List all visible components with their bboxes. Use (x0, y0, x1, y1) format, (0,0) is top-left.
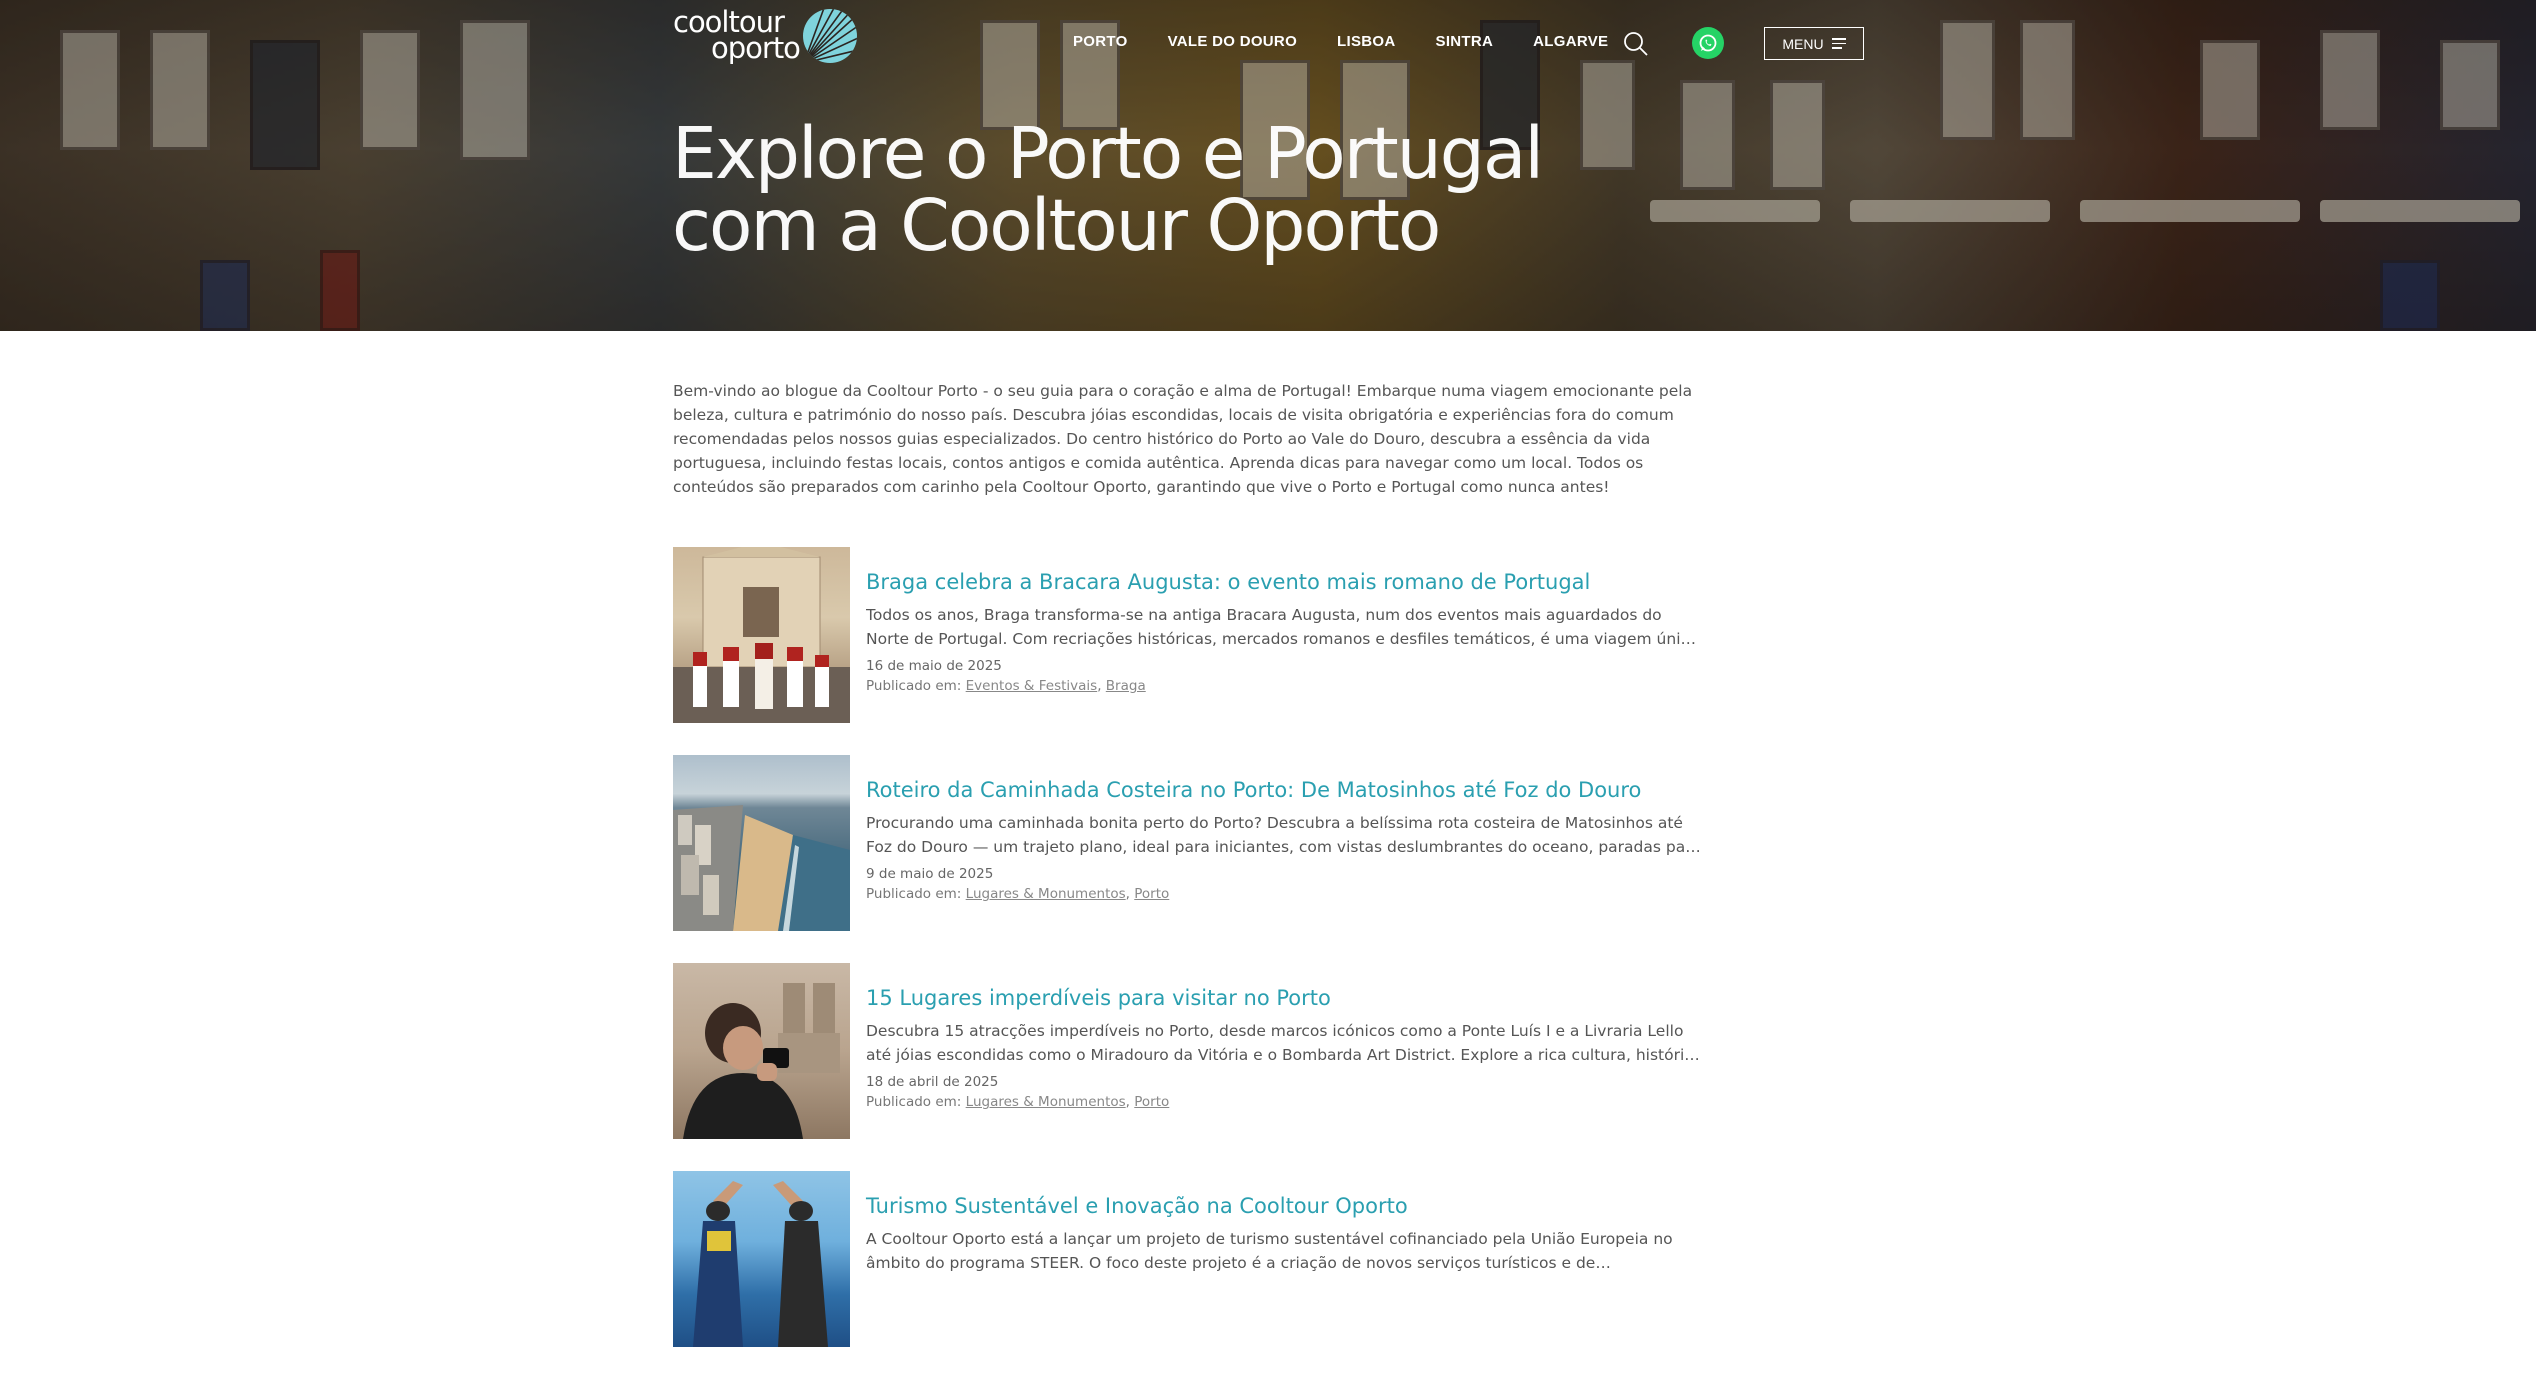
post-item: Roteiro da Caminhada Costeira no Porto: … (673, 755, 1703, 931)
nav-item-sintra[interactable]: SINTRA (1436, 33, 1494, 50)
search-button[interactable] (1622, 30, 1650, 58)
post-body: Turismo Sustentável e Inovação na Coolto… (850, 1171, 1703, 1347)
logo[interactable]: cooltour oporto (673, 8, 858, 64)
nav-item-porto[interactable]: PORTO (1073, 33, 1128, 50)
post-date: 18 de abril de 2025 (866, 1074, 999, 1090)
category-link[interactable]: Eventos & Festivais (966, 678, 1098, 694)
category-link[interactable]: Porto (1134, 886, 1169, 902)
post-body: Roteiro da Caminhada Costeira no Porto: … (850, 755, 1703, 931)
post-thumbnail[interactable] (673, 755, 850, 931)
search-icon (1624, 32, 1648, 56)
post-body: 15 Lugares imperdíveis para visitar no P… (850, 963, 1703, 1139)
page-title: Explore o Porto e Portugal com a Cooltou… (672, 118, 1572, 262)
post-body: Braga celebra a Bracara Augusta: o event… (850, 547, 1703, 723)
nav-item-algarve[interactable]: ALGARVE (1533, 33, 1608, 50)
menu-button[interactable]: MENU (1764, 27, 1864, 60)
main-nav: PORTO VALE DO DOURO LISBOA SINTRA ALGARV… (1073, 33, 1648, 50)
post-excerpt: Todos os anos, Braga transforma-se na an… (866, 606, 1699, 648)
post-title-link[interactable]: 15 Lugares imperdíveis para visitar no P… (866, 985, 1703, 1011)
category-link[interactable]: Lugares & Monumentos (966, 1094, 1126, 1110)
nav-item-lisboa[interactable]: LISBOA (1337, 33, 1395, 50)
post-excerpt: A Cooltour Oporto está a lançar um proje… (866, 1230, 1673, 1272)
intro-paragraph: Bem-vindo ao blogue da Cooltour Porto - … (673, 382, 1693, 496)
nav-item-vale-do-douro[interactable]: VALE DO DOURO (1168, 33, 1297, 50)
post-list: Braga celebra a Bracara Augusta: o event… (673, 547, 1703, 1379)
published-label: Publicado em: (866, 678, 962, 694)
published-label: Publicado em: (866, 1094, 962, 1110)
post-categories: Publicado em: Lugares & Monumentos, Port… (866, 1094, 1170, 1110)
post-categories: Publicado em: Eventos & Festivais, Braga (866, 678, 1146, 694)
post-thumbnail[interactable] (673, 1171, 850, 1347)
post-excerpt: Descubra 15 atracções imperdíveis no Por… (866, 1022, 1694, 1064)
shell-logo-icon (802, 9, 857, 63)
post-date: 9 de maio de 2025 (866, 866, 994, 882)
post-thumbnail[interactable] (673, 547, 850, 723)
category-link[interactable]: Braga (1106, 678, 1146, 694)
page-title-line1: Explore o Porto e Portugal (672, 112, 1544, 195)
hero-banner: cooltour oporto PORTO VALE DO DOURO LISB… (0, 0, 2536, 331)
hamburger-icon (1831, 38, 1846, 49)
page-title-line2: com a Cooltour Oporto (672, 184, 1441, 267)
logo-text: cooltour oporto (673, 8, 801, 63)
post-categories: Publicado em: Lugares & Monumentos, Port… (866, 886, 1170, 902)
post-excerpt: Procurando uma caminhada bonita perto do… (866, 814, 1702, 856)
post-title-link[interactable]: Turismo Sustentável e Inovação na Coolto… (866, 1193, 1703, 1219)
post-title-link[interactable]: Roteiro da Caminhada Costeira no Porto: … (866, 777, 1703, 803)
published-label: Publicado em: (866, 886, 962, 902)
category-link[interactable]: Lugares & Monumentos (966, 886, 1126, 902)
post-thumbnail[interactable] (673, 963, 850, 1139)
post-item: Braga celebra a Bracara Augusta: o event… (673, 547, 1703, 723)
whatsapp-button[interactable] (1692, 27, 1724, 59)
post-title-link[interactable]: Braga celebra a Bracara Augusta: o event… (866, 569, 1703, 595)
category-link[interactable]: Porto (1134, 1094, 1169, 1110)
post-item: 15 Lugares imperdíveis para visitar no P… (673, 963, 1703, 1139)
post-date: 16 de maio de 2025 (866, 658, 1002, 674)
post-item: Turismo Sustentável e Inovação na Coolto… (673, 1171, 1703, 1347)
menu-label: MENU (1782, 35, 1824, 52)
whatsapp-icon (1699, 34, 1717, 52)
